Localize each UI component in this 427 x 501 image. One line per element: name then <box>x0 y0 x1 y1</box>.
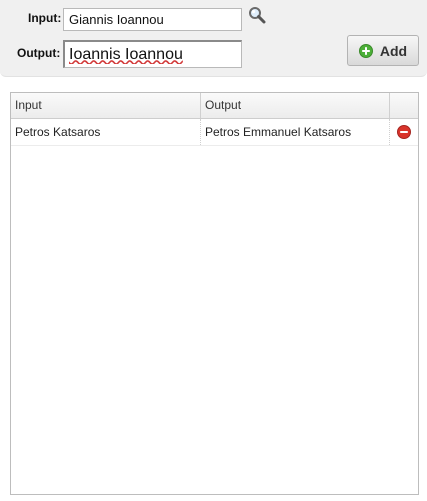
input-field[interactable] <box>63 8 242 31</box>
search-icon[interactable] <box>248 6 266 24</box>
input-label: Input: <box>28 11 62 25</box>
mapping-grid: Input Output Petros Katsaros Petros Emma… <box>10 92 419 495</box>
output-field[interactable] <box>63 40 242 68</box>
row-output-cell[interactable]: Petros Emmanuel Katsaros <box>201 119 390 145</box>
grid-header: Input Output <box>11 93 418 119</box>
column-header-output[interactable]: Output <box>201 93 390 118</box>
add-button[interactable]: Add <box>347 35 419 66</box>
mapping-form-panel: Input: Output: Add <box>0 0 427 77</box>
add-button-label: Add <box>379 42 408 59</box>
remove-icon[interactable] <box>397 125 411 139</box>
table-row[interactable]: Petros Katsaros Petros Emmanuel Katsaros <box>11 119 418 146</box>
output-label: Output: <box>17 46 61 60</box>
column-header-action <box>390 93 418 118</box>
row-input-cell[interactable]: Petros Katsaros <box>11 119 201 145</box>
column-header-input[interactable]: Input <box>11 93 201 118</box>
plus-circle-icon <box>358 43 373 58</box>
